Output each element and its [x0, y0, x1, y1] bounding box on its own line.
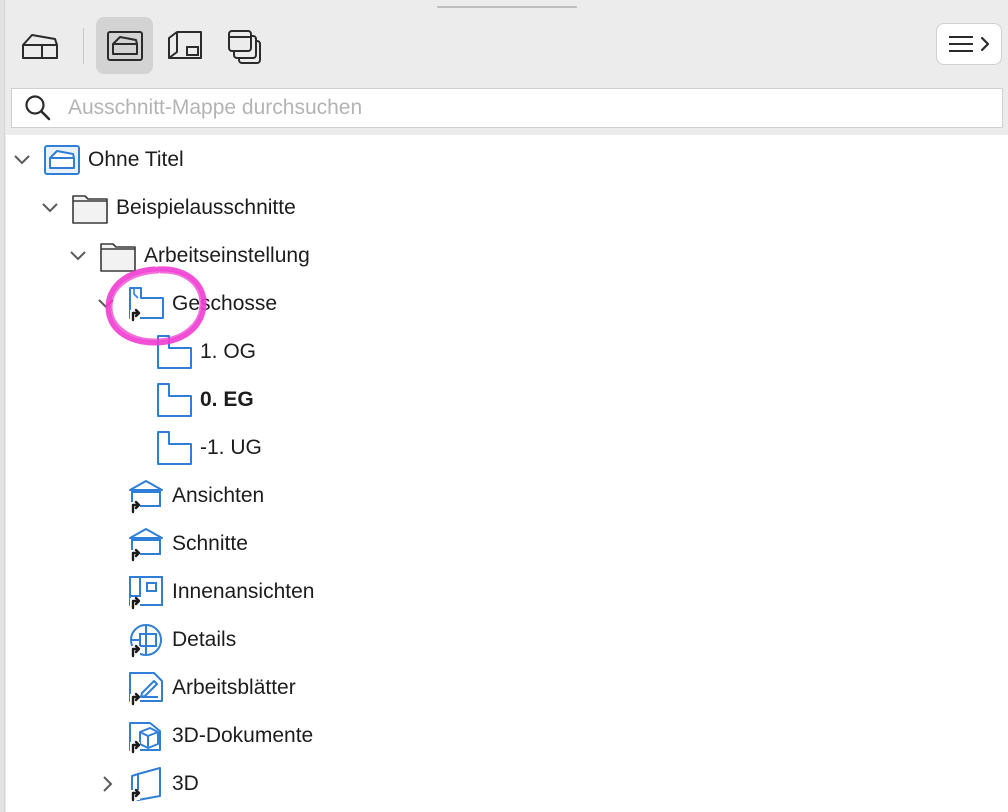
highlight-annotation [105, 266, 207, 346]
view-map-icon [106, 30, 143, 61]
story-icon [157, 383, 192, 417]
chevron-right-icon [980, 36, 990, 52]
chevron-right-icon[interactable] [99, 775, 117, 793]
layout-book-icon [167, 30, 202, 59]
worksheet-shortcut-icon [129, 672, 163, 706]
view-map-button[interactable] [96, 17, 153, 74]
detail-shortcut-icon [130, 624, 162, 658]
interior-elevation-shortcut-icon [129, 576, 163, 610]
layout-book-button[interactable] [156, 17, 213, 74]
tree-label: Arbeitsblätter [172, 676, 296, 699]
3d-shortcut-icon [130, 767, 161, 802]
chevron-down-icon[interactable] [41, 199, 59, 217]
view-map-toolbar [0, 14, 1008, 80]
panel-drag-handle[interactable] [437, 6, 577, 8]
window-edge [0, 0, 5, 812]
house-outline-icon [21, 33, 58, 59]
search-input[interactable] [66, 95, 966, 121]
tree-label: Beispielausschnitte [116, 196, 296, 219]
tree-label: 0. EG [200, 388, 254, 411]
tree-label: Innenansichten [172, 580, 315, 603]
tree-label: Ansichten [172, 484, 265, 507]
story-icon [157, 431, 192, 465]
project-map-button[interactable] [11, 17, 68, 74]
hamburger-icon [949, 36, 973, 52]
3d-document-shortcut-icon [129, 722, 161, 754]
tree-label: -1. UG [200, 436, 262, 459]
tree-label: Details [172, 628, 237, 651]
tree-label: Schnitte [172, 532, 248, 555]
publisher-stack-icon [227, 29, 261, 64]
tree-label: 3D [172, 772, 199, 795]
chevron-down-icon[interactable] [13, 151, 31, 169]
tree-label: Ohne Titel [88, 148, 184, 171]
toolbar-separator [83, 28, 84, 64]
section-shortcut-icon [129, 528, 163, 562]
search-bar [11, 88, 1003, 128]
chevron-down-icon[interactable] [69, 247, 87, 265]
folder-icon [72, 195, 108, 224]
search-icon [24, 94, 52, 122]
project-house-icon [44, 145, 80, 175]
elevation-shortcut-icon [129, 480, 163, 514]
publisher-sets-button[interactable] [216, 17, 273, 74]
view-map-tree: Ohne Titel Beispielausschnitte Arbeitsei… [6, 135, 1008, 812]
tree-label: 3D-Dokumente [172, 724, 314, 747]
options-menu-button[interactable] [936, 23, 1002, 65]
